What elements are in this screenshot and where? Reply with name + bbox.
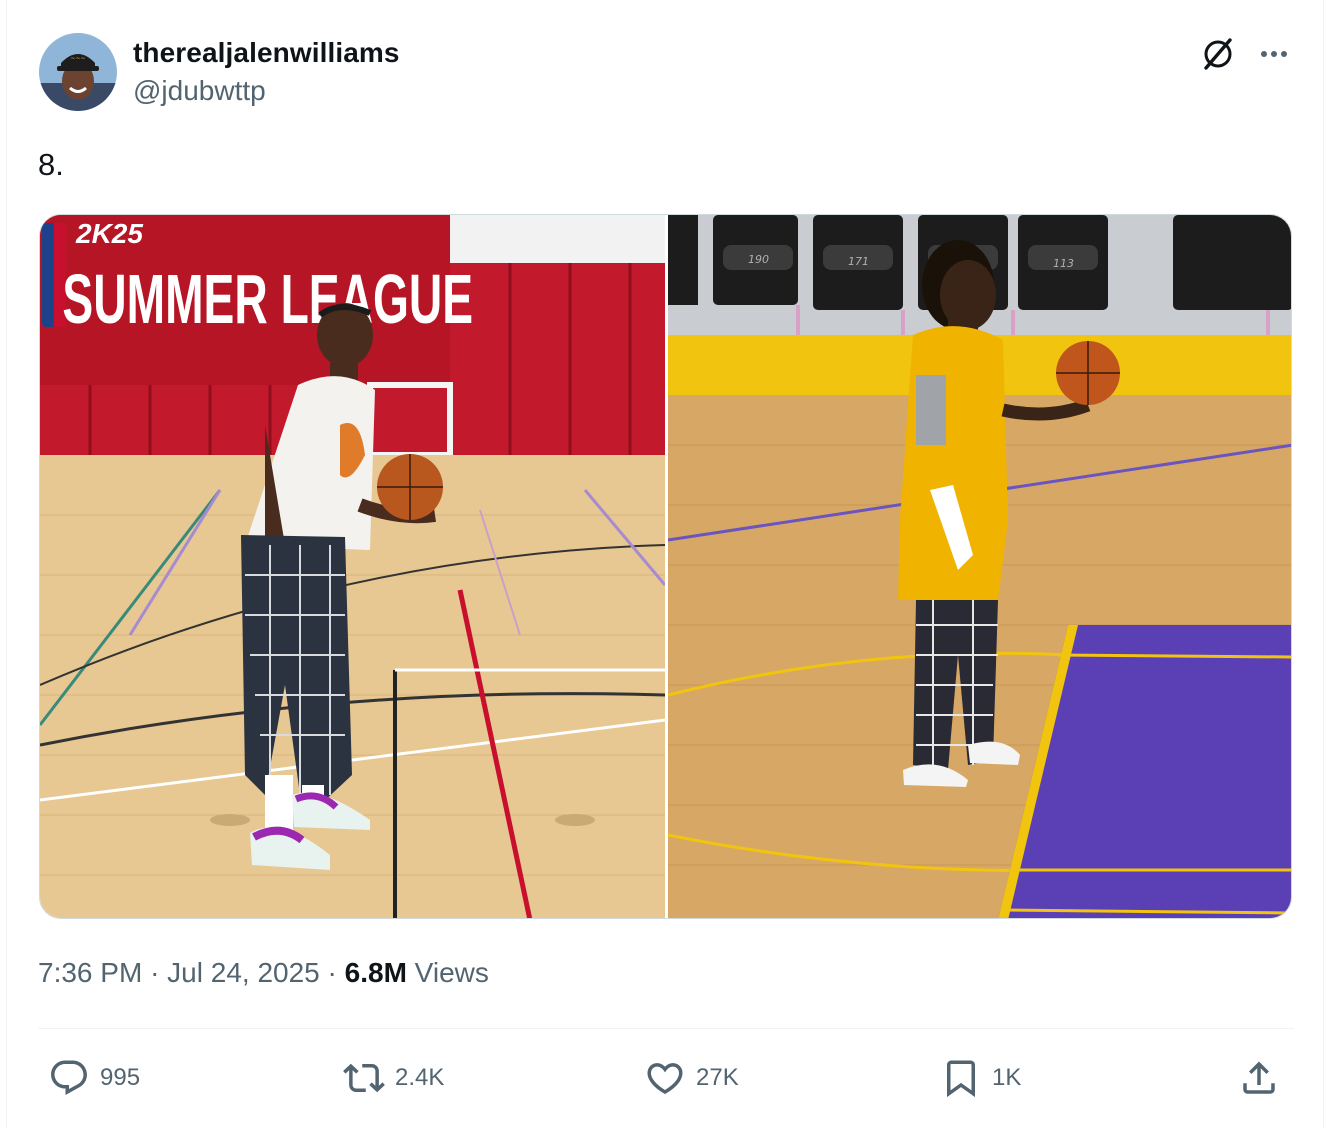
more-button[interactable]	[1252, 32, 1296, 76]
photo-lakers-court[interactable]: 190 171 113	[668, 215, 1291, 918]
grok-button[interactable]	[1196, 32, 1240, 76]
seat-number: 171	[848, 255, 869, 268]
reply-icon	[51, 1060, 87, 1095]
tweet-time[interactable]: 7:36 PM	[38, 957, 142, 988]
grok-icon	[1204, 38, 1232, 70]
views-label: Views	[414, 957, 489, 988]
like-count: 27K	[696, 1064, 739, 1091]
repost-button[interactable]: 2.4K	[343, 1052, 444, 1104]
user-handle[interactable]: @jdubwttp	[133, 75, 266, 107]
tweet-date[interactable]: Jul 24, 2025	[167, 957, 320, 988]
share-icon	[1243, 1061, 1275, 1094]
tweet-meta: 7:36 PM · Jul 24, 2025 · 6.8M Views	[38, 957, 489, 989]
divider	[38, 1028, 1294, 1029]
heart-icon	[647, 1063, 683, 1095]
more-icon	[1261, 51, 1287, 57]
sign-title: SUMMER LEAGUE	[62, 259, 473, 338]
like-button[interactable]: 27K	[644, 1052, 739, 1104]
seat-number: 113	[1053, 257, 1074, 270]
bookmark-icon	[947, 1060, 975, 1098]
reply-button[interactable]: 995	[48, 1052, 140, 1104]
avatar[interactable]: ~~~	[39, 33, 117, 111]
tweet-media[interactable]: 2K25 SUMMER LEAGUE 190 171 113	[39, 214, 1292, 919]
tweet-text: 8.	[38, 147, 64, 182]
meta-separator: ·	[150, 957, 160, 988]
sign-brand: 2K25	[75, 218, 143, 249]
reply-count: 995	[100, 1064, 141, 1091]
views-count[interactable]: 6.8M	[345, 957, 407, 988]
repost-icon	[343, 1063, 385, 1093]
bookmark-count: 1K	[992, 1064, 1022, 1091]
seat-number: 190	[748, 253, 769, 266]
svg-text:~~~: ~~~	[70, 55, 85, 62]
photo-summer-league[interactable]: 2K25 SUMMER LEAGUE	[40, 215, 665, 918]
share-button[interactable]	[1238, 1052, 1290, 1104]
meta-separator: ·	[327, 957, 337, 988]
display-name[interactable]: therealjalenwilliams	[133, 37, 400, 69]
bookmark-button[interactable]: 1K	[940, 1052, 1021, 1104]
repost-count: 2.4K	[395, 1064, 445, 1091]
